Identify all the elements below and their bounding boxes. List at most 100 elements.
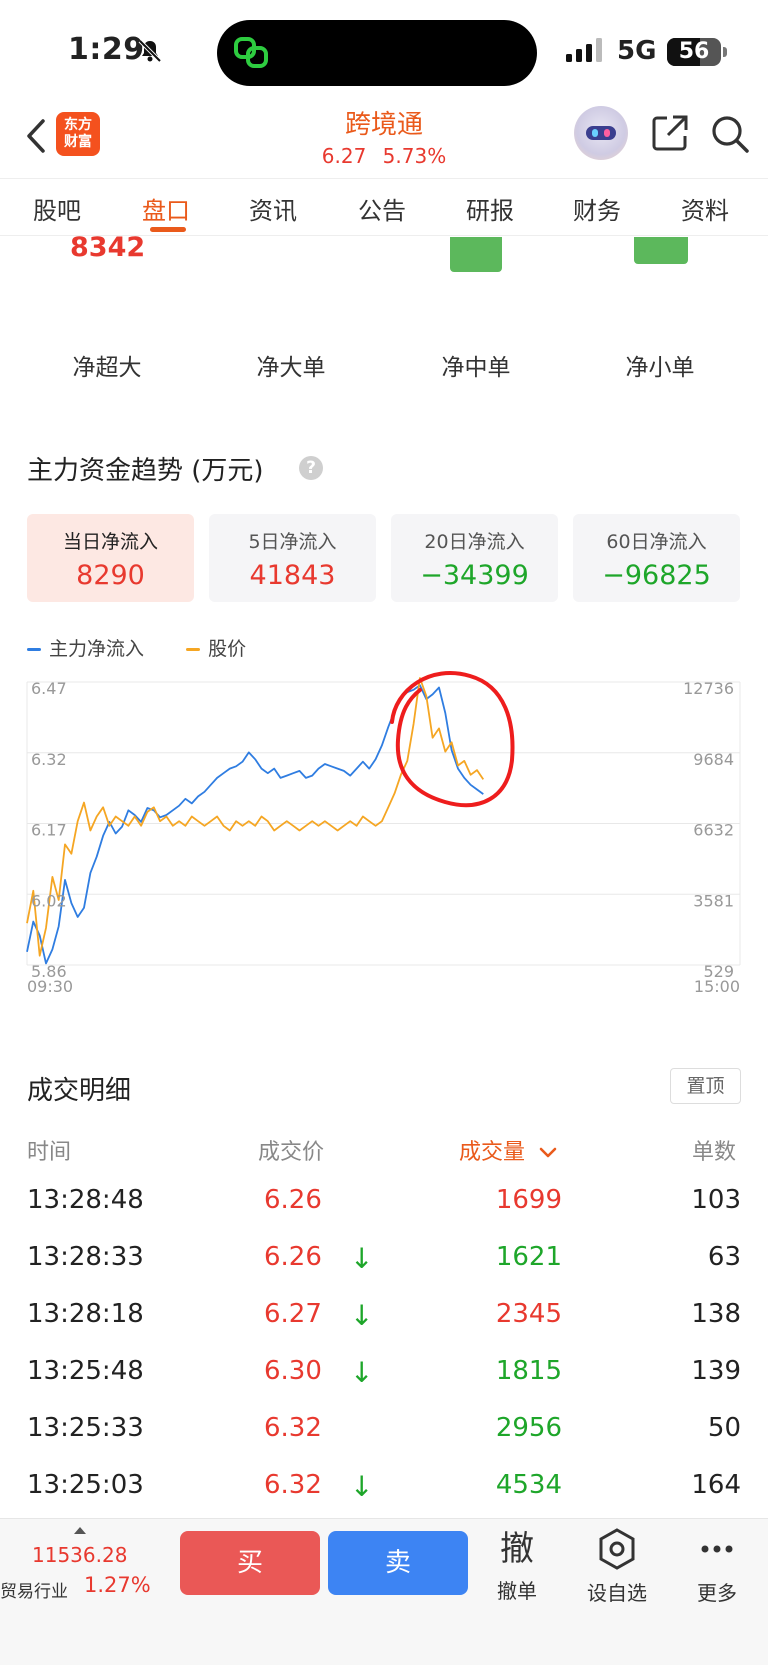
- trade-time: 13:25:48: [27, 1356, 144, 1386]
- table-row[interactable]: 13:28:18 6.27 ↓ 2345 138: [0, 1299, 768, 1356]
- more-label: 更多: [697, 1581, 737, 1605]
- card-value: 8290: [76, 560, 145, 591]
- down-arrow-icon: ↓: [350, 1242, 374, 1275]
- card-label: 5日净流入: [248, 531, 337, 553]
- header-count: 单数: [692, 1140, 737, 1165]
- label-net-super-large: 净超大: [72, 355, 142, 381]
- right-tick-label: 9684: [693, 750, 734, 769]
- table-row[interactable]: 13:28:33 6.26 ↓ 1621 63: [0, 1242, 768, 1299]
- trade-volume: 2345: [495, 1299, 562, 1329]
- share-icon[interactable]: [651, 114, 689, 152]
- assistant-avatar[interactable]: [574, 106, 628, 160]
- trade-volume: 1699: [495, 1185, 562, 1215]
- trade-time: 13:25:03: [27, 1470, 144, 1500]
- card-label: 当日净流入: [62, 531, 158, 553]
- header-price: 成交价: [258, 1140, 325, 1165]
- trade-volume: 1815: [495, 1356, 562, 1386]
- card-20day-inflow[interactable]: 20日净流入 −34399: [391, 514, 558, 602]
- card-label: 60日净流入: [606, 531, 707, 553]
- cancel-order-button[interactable]: 撤 撤单: [477, 1527, 557, 1604]
- trade-count: 50: [707, 1413, 741, 1443]
- trade-volume: 1621: [495, 1242, 562, 1272]
- trend-title: 主力资金趋势 (万元): [27, 456, 264, 486]
- active-tab-indicator: [150, 227, 186, 232]
- trade-price: 6.27: [264, 1299, 322, 1329]
- battery-level: 56: [678, 39, 710, 64]
- dynamic-island: [217, 20, 537, 86]
- trade-time: 13:25:33: [27, 1413, 144, 1443]
- legend-swatch: [186, 648, 201, 651]
- industry-name[interactable]: 贸易行业: [0, 1577, 68, 1602]
- add-watchlist-button[interactable]: 设自选: [577, 1527, 657, 1606]
- sell-button[interactable]: 卖: [328, 1531, 468, 1595]
- x-end-label: 15:00: [694, 977, 740, 996]
- more-dots-icon: [701, 1545, 733, 1553]
- more-button[interactable]: 更多: [677, 1527, 757, 1606]
- legend-main-flow: 主力净流入: [27, 634, 144, 661]
- caret-up-icon[interactable]: [74, 1527, 86, 1534]
- buy-button[interactable]: 买: [180, 1531, 320, 1595]
- down-arrow-icon: ↓: [350, 1356, 374, 1389]
- tab-pankou[interactable]: 盘口: [142, 191, 190, 226]
- logo-text-2: 财富: [64, 134, 92, 150]
- left-tick-label: 6.02: [31, 891, 67, 910]
- tab-announcements[interactable]: 公告: [358, 191, 406, 226]
- stock-change-pct: 5.73%: [382, 144, 447, 168]
- down-arrow-icon: ↓: [350, 1470, 374, 1503]
- pin-top-button[interactable]: 置顶: [670, 1068, 741, 1104]
- help-icon[interactable]: ?: [299, 456, 323, 480]
- fund-trend-chart[interactable]: 6.47 127366.32 96846.17 66326.02 35815.86 529…: [0, 670, 768, 1010]
- bottom-trade-bar: 11536.28 贸易行业 1.27% 买 卖 撤 撤单 设自选 更多: [0, 1518, 768, 1665]
- card-60day-inflow[interactable]: 60日净流入 −96825: [573, 514, 740, 602]
- trade-time: 13:28:48: [27, 1185, 144, 1215]
- header-volume-sort[interactable]: 成交量: [459, 1134, 558, 1166]
- tab-guba[interactable]: 股吧: [33, 191, 81, 226]
- trade-count: 103: [691, 1185, 741, 1215]
- header-volume-label: 成交量: [459, 1140, 526, 1165]
- status-bar: 1:29 5G 56: [0, 0, 768, 104]
- card-value: −34399: [420, 560, 529, 591]
- search-icon[interactable]: [710, 114, 750, 154]
- stock-header: 东方 财富 跨境通 6.27 5.73%: [0, 104, 768, 176]
- back-icon[interactable]: [24, 118, 48, 154]
- network-type: 5G: [617, 36, 657, 66]
- legend-label: 主力净流入: [49, 638, 145, 660]
- net-medium-bar: [450, 237, 502, 272]
- right-tick-label: 6632: [693, 821, 734, 840]
- chart-legend: 主力净流入 股价: [27, 634, 282, 661]
- industry-change-pct[interactable]: 1.27%: [84, 1573, 151, 1597]
- stock-name: 跨境通: [344, 110, 423, 140]
- net-small-bar: [634, 237, 688, 264]
- legend-price: 股价: [186, 634, 246, 661]
- trade-price: 6.26: [264, 1185, 322, 1215]
- card-today-inflow[interactable]: 当日净流入 8290: [27, 514, 194, 602]
- table-row[interactable]: 13:25:48 6.30 ↓ 1815 139: [0, 1356, 768, 1413]
- table-row[interactable]: 13:28:48 6.26 1699 103: [0, 1185, 768, 1242]
- annotation-circle: [390, 671, 515, 808]
- tab-news[interactable]: 资讯: [249, 191, 297, 226]
- card-5day-inflow[interactable]: 5日净流入 41843: [209, 514, 376, 602]
- left-tick-label: 6.47: [31, 679, 67, 698]
- stock-quote: 6.27 5.73%: [234, 144, 534, 168]
- right-tick-label: 12736: [683, 679, 734, 698]
- trade-price: 6.26: [264, 1242, 322, 1272]
- tab-profile[interactable]: 资料: [681, 191, 729, 226]
- label-net-large: 净大单: [256, 355, 326, 381]
- legend-swatch: [27, 648, 41, 651]
- trade-volume: 4534: [495, 1470, 562, 1500]
- tab-research[interactable]: 研报: [466, 191, 514, 226]
- robot-face-icon: [586, 126, 616, 140]
- tab-finance[interactable]: 财务: [573, 191, 621, 226]
- right-tick-label: 3581: [693, 891, 734, 910]
- cancel-icon: 撤: [500, 1529, 534, 1569]
- chevron-down-icon: [539, 1147, 557, 1158]
- bell-muted-icon: [138, 39, 162, 63]
- trade-count: 63: [707, 1242, 741, 1272]
- table-row[interactable]: 13:25:33 6.32 2956 50: [0, 1413, 768, 1470]
- battery-icon: 56: [667, 38, 721, 66]
- trade-count: 138: [691, 1299, 741, 1329]
- industry-index-value[interactable]: 11536.28: [32, 1543, 127, 1567]
- trade-count: 139: [691, 1356, 741, 1386]
- signal-icon: [566, 38, 602, 62]
- card-value: 41843: [249, 560, 336, 591]
